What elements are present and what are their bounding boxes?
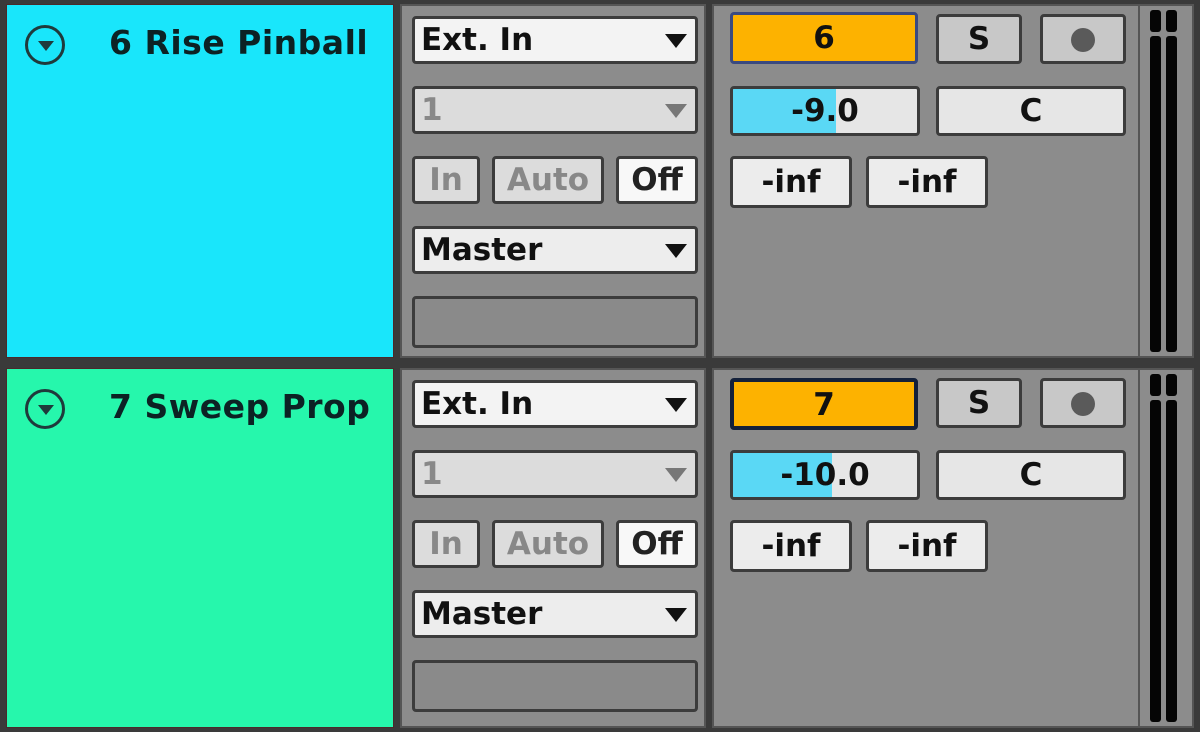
- record-icon: [1071, 392, 1095, 416]
- chevron-down-icon: [665, 34, 687, 48]
- record-icon: [1071, 28, 1095, 52]
- monitor-auto-button[interactable]: Auto: [492, 156, 604, 204]
- meter-left-bar: [1150, 400, 1161, 722]
- meter-left-bar: [1150, 36, 1161, 352]
- input-type-dropdown[interactable]: Ext. In: [412, 380, 698, 428]
- volume-slider[interactable]: -9.0: [730, 86, 920, 136]
- io-section: Ext. In 1 In Auto Off Master: [400, 368, 706, 728]
- volume-slider[interactable]: -10.0: [730, 450, 920, 500]
- input-channel-value: 1: [421, 92, 443, 128]
- fold-toggle-icon[interactable]: [25, 25, 65, 65]
- level-meter: [1140, 4, 1194, 358]
- chevron-down-icon: [665, 244, 687, 258]
- track-name[interactable]: 7 Sweep Prop: [109, 387, 370, 426]
- output-channel-box[interactable]: [412, 660, 698, 712]
- output-dropdown[interactable]: Master: [412, 226, 698, 274]
- chevron-down-icon: [665, 468, 687, 482]
- monitor-off-button[interactable]: Off: [616, 156, 698, 204]
- input-channel-dropdown[interactable]: 1: [412, 86, 698, 134]
- output-value: Master: [421, 232, 543, 268]
- peak-right-display[interactable]: -inf: [866, 520, 988, 572]
- output-value: Master: [421, 596, 543, 632]
- arm-button[interactable]: [1040, 14, 1126, 64]
- pan-knob[interactable]: C: [936, 86, 1126, 136]
- chevron-down-icon: [665, 608, 687, 622]
- output-channel-box[interactable]: [412, 296, 698, 348]
- monitor-auto-button[interactable]: Auto: [492, 520, 604, 568]
- input-type-dropdown[interactable]: Ext. In: [412, 16, 698, 64]
- monitor-off-button[interactable]: Off: [616, 520, 698, 568]
- volume-value: -10.0: [780, 457, 870, 493]
- meter-right-bar: [1166, 400, 1177, 722]
- solo-button[interactable]: S: [936, 14, 1022, 64]
- meter-right-peak: [1166, 374, 1177, 396]
- chevron-down-icon: [665, 104, 687, 118]
- track-activator-button[interactable]: 7: [730, 378, 918, 430]
- track-activator-button[interactable]: 6: [730, 12, 918, 64]
- track-title-bar[interactable]: 7 Sweep Prop: [6, 368, 394, 728]
- track-name[interactable]: 6 Rise Pinball: [109, 23, 368, 62]
- meter-left-peak: [1150, 374, 1161, 396]
- peak-left-display[interactable]: -inf: [730, 156, 852, 208]
- pan-knob[interactable]: C: [936, 450, 1126, 500]
- meter-right-peak: [1166, 10, 1177, 32]
- input-type-value: Ext. In: [421, 386, 534, 422]
- io-section: Ext. In 1 In Auto Off Master: [400, 4, 706, 358]
- arm-button[interactable]: [1040, 378, 1126, 428]
- fold-toggle-icon[interactable]: [25, 389, 65, 429]
- peak-left-display[interactable]: -inf: [730, 520, 852, 572]
- chevron-down-icon: [665, 398, 687, 412]
- monitor-in-button[interactable]: In: [412, 520, 480, 568]
- output-dropdown[interactable]: Master: [412, 590, 698, 638]
- meter-right-bar: [1166, 36, 1177, 352]
- mixer-section: 7 S -10.0 C -inf -inf: [712, 368, 1140, 728]
- volume-value: -9.0: [791, 93, 859, 129]
- level-meter: [1140, 368, 1194, 728]
- track: 6 Rise Pinball Ext. In 1 In Auto Off Mas…: [0, 0, 1200, 362]
- meter-left-peak: [1150, 10, 1161, 32]
- track-title-bar[interactable]: 6 Rise Pinball: [6, 4, 394, 358]
- track: 7 Sweep Prop Ext. In 1 In Auto Off Maste…: [0, 366, 1200, 728]
- monitor-in-button[interactable]: In: [412, 156, 480, 204]
- input-channel-dropdown[interactable]: 1: [412, 450, 698, 498]
- input-channel-value: 1: [421, 456, 443, 492]
- mixer-section: 6 S -9.0 C -inf -inf: [712, 4, 1140, 358]
- solo-button[interactable]: S: [936, 378, 1022, 428]
- peak-right-display[interactable]: -inf: [866, 156, 988, 208]
- input-type-value: Ext. In: [421, 22, 534, 58]
